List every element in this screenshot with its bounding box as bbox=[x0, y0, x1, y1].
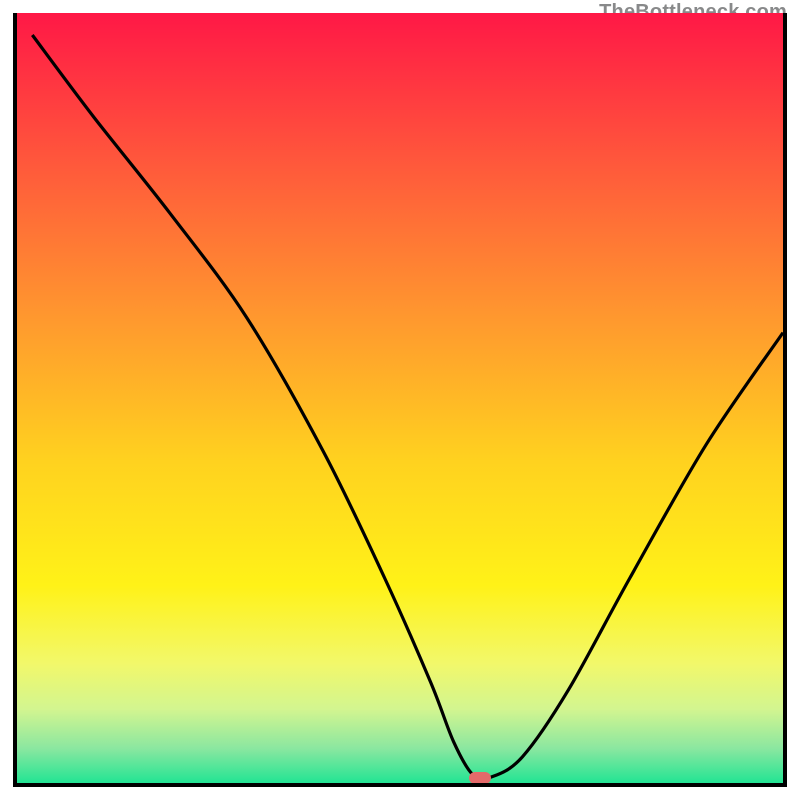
axis-bottom bbox=[13, 783, 787, 787]
chart-curve bbox=[13, 13, 787, 787]
chart-marker-point bbox=[469, 772, 491, 784]
axis-right bbox=[783, 13, 787, 787]
axis-left bbox=[13, 13, 17, 787]
chart-frame: TheBottleneck.com bbox=[13, 13, 787, 787]
